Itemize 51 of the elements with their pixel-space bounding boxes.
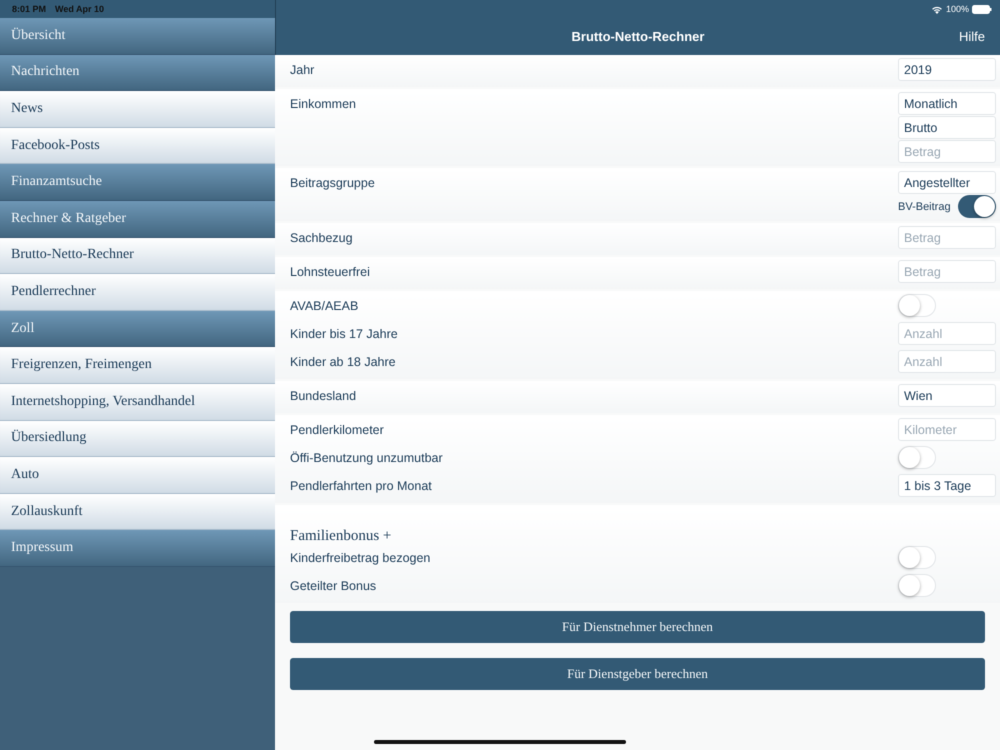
sidebar-item[interactable]: Brutto-Netto-Rechner bbox=[0, 238, 275, 274]
sidebar-item[interactable]: Auto bbox=[0, 457, 275, 494]
field-label: Jahr bbox=[290, 62, 314, 79]
section-heading: Familienbonus + bbox=[290, 528, 392, 545]
input-field[interactable]: Monatlich bbox=[898, 92, 996, 115]
input-field[interactable]: Angestellter bbox=[898, 171, 996, 194]
calculate-button[interactable]: Für Dienstgeber berechnen bbox=[290, 658, 985, 690]
sidebar-item[interactable]: Übersiedlung bbox=[0, 420, 275, 458]
field-label: Kinder bis 17 Jahre bbox=[290, 326, 398, 343]
input-field[interactable]: 1 bis 3 Tage bbox=[898, 474, 996, 497]
input-field[interactable]: Wien bbox=[898, 384, 996, 407]
battery-icon bbox=[972, 4, 992, 14]
sidebar-item[interactable]: Impressum bbox=[0, 530, 275, 567]
sidebar-item[interactable]: Zoll bbox=[0, 310, 275, 348]
field-label: Kinderfreibetrag bezogen bbox=[290, 550, 430, 567]
input-field[interactable]: Brutto bbox=[898, 116, 996, 139]
calculate-button[interactable]: Für Dienstnehmer berechnen bbox=[290, 611, 985, 643]
page-title: Brutto-Netto-Rechner bbox=[572, 29, 704, 44]
sidebar-item[interactable]: News bbox=[0, 91, 275, 128]
field-label: Öffi-Benutzung unzumutbar bbox=[290, 450, 443, 467]
sidebar-item[interactable]: Zollauskunft bbox=[0, 494, 275, 530]
status-time: 8:01 PM bbox=[12, 4, 46, 14]
toggle-switch[interactable] bbox=[958, 195, 996, 218]
field-label: Pendlerkilometer bbox=[290, 422, 384, 439]
field-label: Geteilter Bonus bbox=[290, 578, 376, 595]
field-label: AVAB/AEAB bbox=[290, 298, 358, 315]
sidebar-item[interactable]: Facebook-Posts bbox=[0, 128, 275, 164]
toggle-switch[interactable] bbox=[898, 294, 936, 317]
field-label: Pendlerfahrten pro Monat bbox=[290, 478, 432, 495]
field-label: Kinder ab 18 Jahre bbox=[290, 354, 396, 371]
battery-percent: 100% bbox=[946, 4, 969, 14]
sidebar-item[interactable]: Pendlerrechner bbox=[0, 274, 275, 311]
toggle-label: BV-Beitrag bbox=[898, 200, 951, 212]
help-link[interactable]: Hilfe bbox=[958, 29, 985, 44]
toggle-switch[interactable] bbox=[898, 446, 936, 469]
sidebar-item[interactable]: Rechner & Ratgeber bbox=[0, 200, 275, 238]
field-label: Lohnsteuerfrei bbox=[290, 264, 370, 281]
status-date: Wed Apr 10 bbox=[55, 4, 104, 14]
toggle-switch[interactable] bbox=[898, 546, 936, 569]
sidebar-item[interactable]: Freigrenzen, Freimengen bbox=[0, 347, 275, 384]
field-label: Beitragsgruppe bbox=[290, 175, 375, 192]
toggle-switch[interactable] bbox=[898, 574, 936, 597]
sidebar-item[interactable]: Finanzamtsuche bbox=[0, 164, 275, 201]
wifi-icon bbox=[930, 4, 943, 14]
sidebar-item[interactable]: Nachrichten bbox=[0, 54, 275, 92]
field-label: Bundesland bbox=[290, 388, 356, 405]
sidebar-item[interactable]: Übersicht bbox=[0, 18, 275, 55]
sidebar-item[interactable]: Internetshopping, Versandhandel bbox=[0, 384, 275, 421]
field-label: Sachbezug bbox=[290, 230, 353, 247]
input-field[interactable]: 2019 bbox=[898, 58, 996, 81]
field-label: Einkommen bbox=[290, 96, 356, 113]
